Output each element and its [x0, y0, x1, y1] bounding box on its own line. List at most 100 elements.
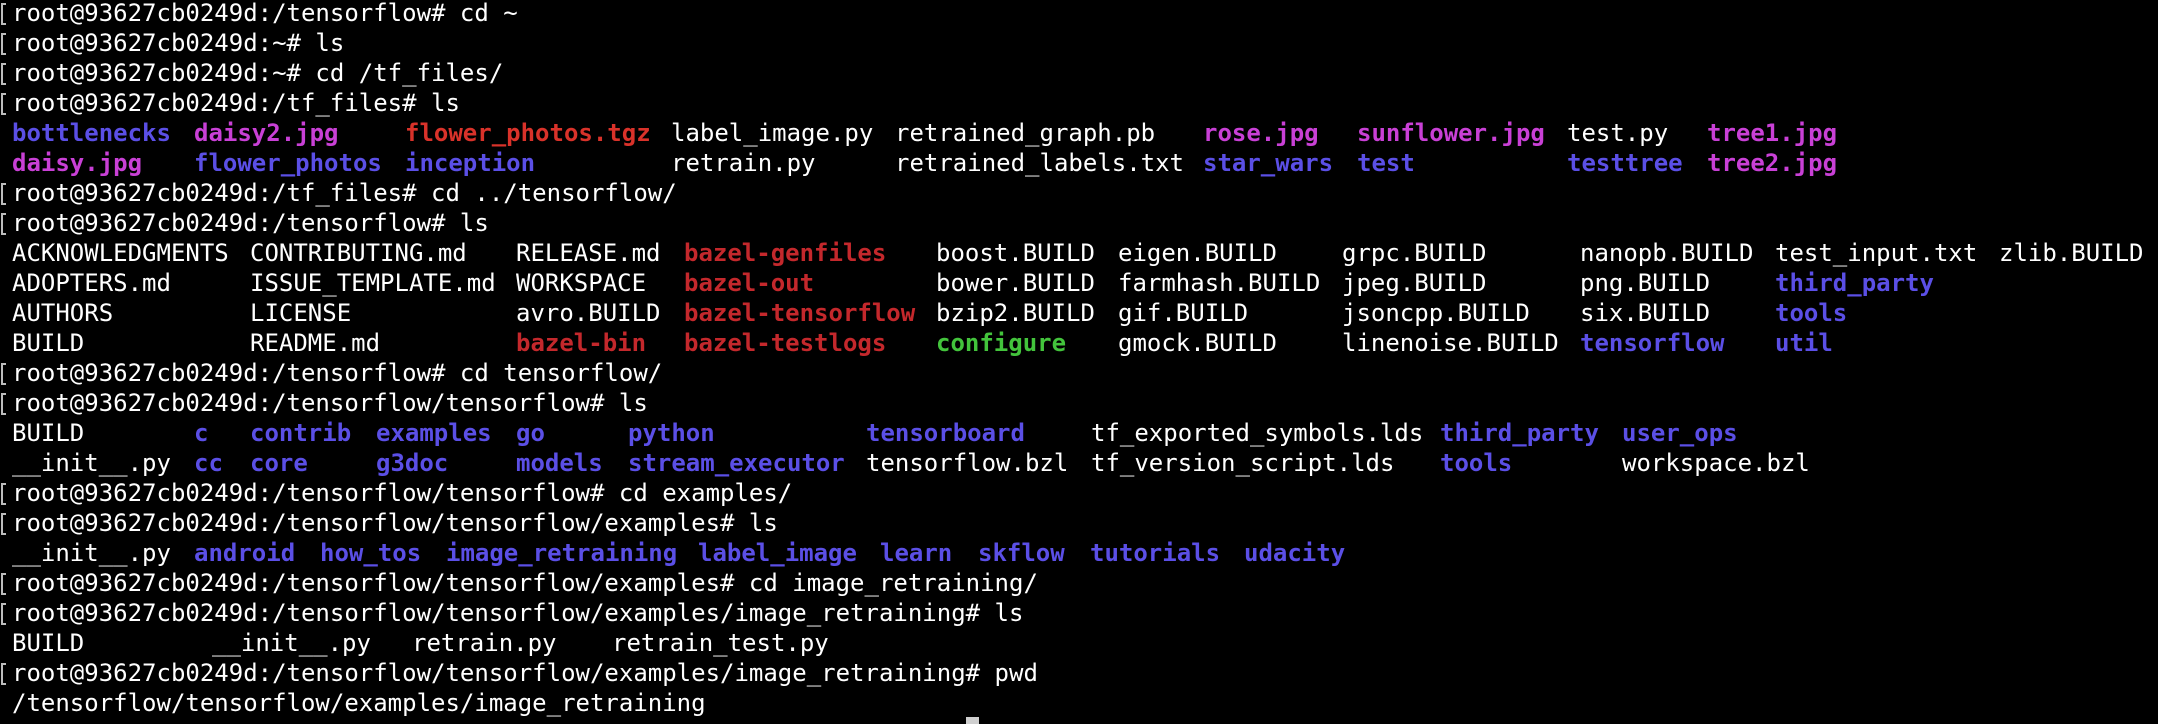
prompt-command: root@93627cb0249d:/tensorflow# ls [12, 209, 489, 237]
prompt-mark-icon [1, 33, 6, 55]
directory-cc: cc [194, 449, 223, 477]
file-init-py: __init__.py [12, 449, 171, 477]
file-init-py: __init__.py [212, 629, 371, 657]
file-gmock-build: gmock.BUILD [1118, 329, 1277, 357]
directory-inception: inception [405, 149, 536, 177]
file-test-input-txt: test_input.txt [1775, 239, 1978, 267]
file-bzip2-build: bzip2.BUILD [936, 299, 1095, 327]
prompt-command: root@93627cb0249d:/tensorflow# cd ~ [12, 0, 518, 27]
ls-output-row: ADOPTERS.md ISSUE_TEMPLATE.md WORKSPACE baz… [0, 268, 2158, 298]
image-file-sunflower-jpg: sunflower.jpg [1357, 119, 1545, 147]
directory-testtree: testtree [1567, 149, 1683, 177]
file-grpc-build: grpc.BUILD [1342, 239, 1487, 267]
directory-tools: tools [1775, 299, 1848, 327]
directory-tools: tools [1440, 449, 1513, 477]
file-six-build: six.BUILD [1580, 299, 1711, 327]
directory-test: test [1357, 149, 1415, 177]
archive-file-flower-photos-tgz: flower_photos.tgz [405, 119, 651, 147]
prompt-command: root@93627cb0249d:/tf_files# ls [12, 89, 460, 117]
prompt-line: root@93627cb0249d:/tensorflow/tensorflow… [0, 568, 2158, 598]
directory-udacity: udacity [1244, 539, 1346, 567]
ls-output-row: BUILD c contrib examples go python tensorboard… [0, 418, 2158, 448]
file-tf-exported-symbols-lds: tf_exported_symbols.lds [1091, 419, 1424, 447]
prompt-mark-icon [1, 603, 6, 625]
image-file-daisy-jpg: daisy.jpg [12, 149, 143, 177]
prompt-mark-icon [1, 363, 6, 385]
image-file-tree2-jpg: tree2.jpg [1707, 149, 1838, 177]
directory-flower-photos: flower_photos [194, 149, 382, 177]
text-cursor [966, 717, 979, 724]
directory-contrib: contrib [250, 419, 352, 447]
file-release-md: RELEASE.md [516, 239, 661, 267]
file-issue-template-md: ISSUE_TEMPLATE.md [250, 269, 496, 297]
symlink-bazel-bin: bazel-bin [516, 329, 647, 357]
prompt-command: root@93627cb0249d:/tensorflow/tensorflow… [12, 569, 1038, 597]
file-readme-md: README.md [250, 329, 381, 357]
directory-label-image: label_image [698, 539, 857, 567]
directory-learn: learn [880, 539, 953, 567]
directory-c: c [194, 419, 209, 447]
file-contributing-md: CONTRIBUTING.md [250, 239, 467, 267]
file-zlib-build: zlib.BUILD [1999, 239, 2144, 267]
ls-output-row: daisy.jpg flower_photos inception retrain.p… [0, 148, 2158, 178]
file-test-py: test.py [1567, 119, 1669, 147]
ls-output-row: __init__.py android how_tos image_retrainin… [0, 538, 2158, 568]
image-file-tree1-jpg: tree1.jpg [1707, 119, 1838, 147]
ls-output-row: __init__.py cc core g3doc models stream_execu… [0, 448, 2158, 478]
prompt-mark-icon [1, 183, 6, 205]
image-file-rose-jpg: rose.jpg [1203, 119, 1319, 147]
prompt-line: root@93627cb0249d:~# cd /tf_files/ [0, 58, 2158, 88]
file-retrained-graph-pb: retrained_graph.pb [895, 119, 1156, 147]
prompt-mark-icon [1, 513, 6, 535]
file-build: BUILD [12, 419, 85, 447]
directory-examples: examples [376, 419, 492, 447]
symlink-bazel-out: bazel-out [684, 269, 815, 297]
terminal-window[interactable]: root@93627cb0249d:/tensorflow# cd ~ root@… [0, 0, 2158, 724]
prompt-line: root@93627cb0249d:/tensorflow# ls [0, 208, 2158, 238]
file-retrain-py: retrain.py [412, 629, 557, 657]
directory-models: models [516, 449, 603, 477]
file-jpeg-build: jpeg.BUILD [1342, 269, 1487, 297]
file-adopters-md: ADOPTERS.md [12, 269, 171, 297]
prompt-line: root@93627cb0249d:/tensorflow/tensorflow… [0, 478, 2158, 508]
prompt-mark-icon [1, 663, 6, 685]
file-label-image-py: label_image.py [671, 119, 874, 147]
prompt-command: root@93627cb0249d:/tensorflow# cd tensor… [12, 359, 663, 387]
file-workspace-bzl: workspace.bzl [1622, 449, 1810, 477]
directory-skflow: skflow [978, 539, 1065, 567]
file-nanopb-build: nanopb.BUILD [1580, 239, 1754, 267]
executable-configure: configure [936, 329, 1067, 357]
output-text: /tensorflow/tensorflow/examples/image_re… [12, 689, 706, 717]
file-bower-build: bower.BUILD [936, 269, 1095, 297]
directory-go: go [516, 419, 545, 447]
ls-output-row: bottlenecks daisy2.jpg flower_photos.tgz la… [0, 118, 2158, 148]
prompt-line: root@93627cb0249d:/tensorflow# cd tensor… [0, 358, 2158, 388]
prompt-command: root@93627cb0249d:/tensorflow/tensorflow… [12, 389, 648, 417]
file-build: BUILD [12, 629, 85, 657]
file-jsoncpp-build: jsoncpp.BUILD [1342, 299, 1530, 327]
prompt-mark-icon [1, 483, 6, 505]
directory-stream-executor: stream_executor [628, 449, 845, 477]
file-authors: AUTHORS [12, 299, 114, 327]
file-farmhash-build: farmhash.BUILD [1118, 269, 1321, 297]
file-gif-build: gif.BUILD [1118, 299, 1249, 327]
ls-output-row: BUILD README.md bazel-bin bazel-testlogs con… [0, 328, 2158, 358]
file-linenoise-build: linenoise.BUILD [1342, 329, 1559, 357]
prompt-line: root@93627cb0249d:/tensorflow/tensorflow… [0, 388, 2158, 418]
prompt-command: root@93627cb0249d:/tensorflow/tensorflow… [12, 599, 1024, 627]
prompt-line: root@93627cb0249d:/tf_files# ls [0, 88, 2158, 118]
file-tf-version-script-lds: tf_version_script.lds [1091, 449, 1395, 477]
directory-star-wars: star_wars [1203, 149, 1334, 177]
file-eigen-build: eigen.BUILD [1118, 239, 1277, 267]
symlink-bazel-tensorflow: bazel-tensorflow [684, 299, 916, 327]
directory-android: android [194, 539, 296, 567]
prompt-line: root@93627cb0249d:/tensorflow/tensorflow… [0, 598, 2158, 628]
file-build: BUILD [12, 329, 85, 357]
directory-user-ops: user_ops [1622, 419, 1738, 447]
prompt-mark-icon [1, 393, 6, 415]
prompt-command: root@93627cb0249d:/tf_files# cd ../tenso… [12, 179, 677, 207]
file-workspace: WORKSPACE [516, 269, 647, 297]
prompt-line: root@93627cb0249d:/tf_files# cd ../tenso… [0, 178, 2158, 208]
prompt-line: root@93627cb0249d:~# ls [0, 28, 2158, 58]
prompt-line: root@93627cb0249d:/tensorflow/tensorflow… [0, 658, 2158, 688]
